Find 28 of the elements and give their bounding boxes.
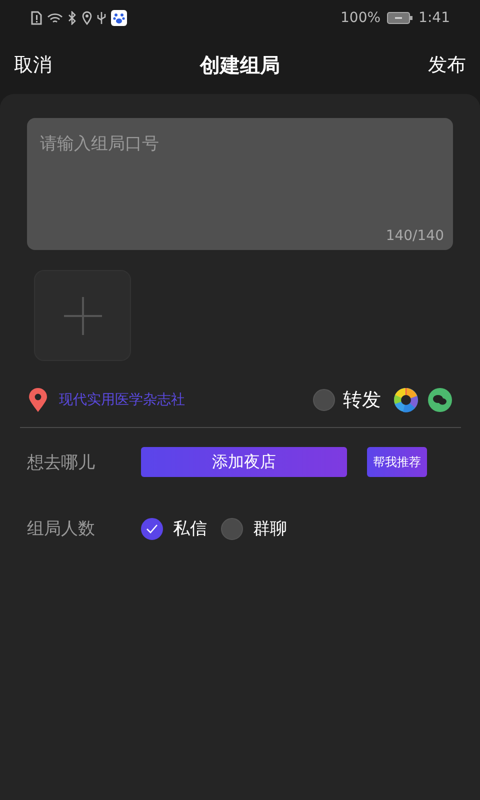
forward-label: 转发 (343, 388, 381, 413)
forward-radio[interactable] (313, 389, 335, 411)
paw-app-icon (111, 10, 127, 26)
option-label: 私信 (173, 518, 207, 540)
check-icon (146, 524, 158, 534)
bluetooth-icon (68, 11, 77, 25)
location-pin-icon (29, 388, 47, 412)
battery-percent: 100% (340, 10, 381, 26)
chat-bubbles-icon[interactable] (427, 387, 453, 413)
aperture-icon[interactable] (393, 387, 419, 413)
party-size-label: 组局人数 (27, 518, 96, 540)
battery-icon (386, 12, 413, 24)
character-counter: 140/140 (386, 228, 444, 244)
publish-button[interactable]: 发布 (428, 52, 466, 78)
sim-alert-icon (31, 11, 42, 25)
location-icon (82, 11, 92, 25)
clock-time: 1:41 (418, 10, 450, 26)
add-nightclub-button[interactable]: 添加夜店 (141, 447, 347, 477)
wifi-icon (47, 12, 63, 24)
cancel-button[interactable]: 取消 (14, 52, 52, 78)
recommend-button[interactable]: 帮我推荐 (367, 447, 427, 477)
plus-icon (62, 296, 102, 336)
destination-label: 想去哪儿 (27, 452, 96, 474)
option-radio[interactable] (221, 518, 243, 540)
page-title: 创建组局 (200, 52, 280, 78)
usb-icon (97, 11, 106, 25)
option-radio[interactable] (141, 518, 163, 540)
option-label: 群聊 (253, 518, 287, 540)
